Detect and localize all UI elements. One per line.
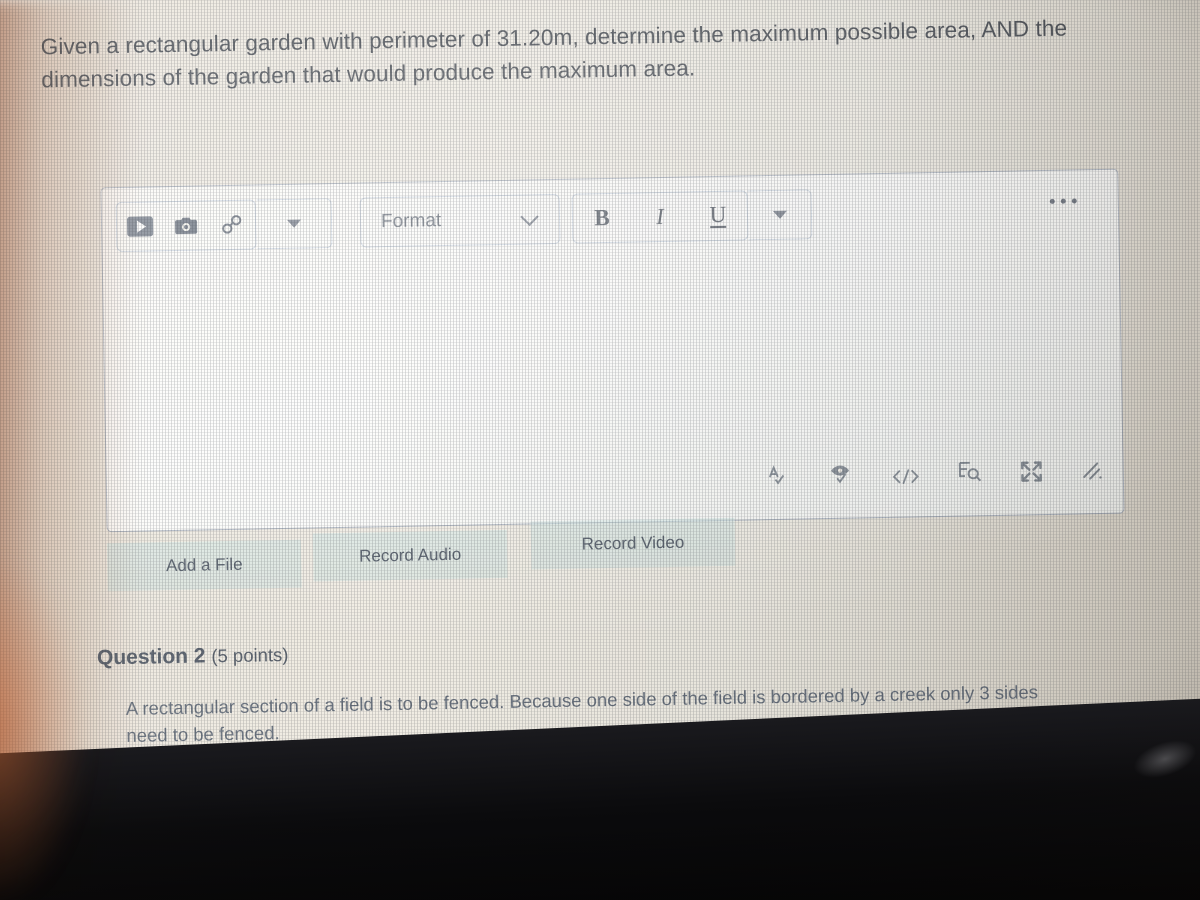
caret-down-icon[interactable] xyxy=(257,199,332,248)
toolbar-group-text-style: B I U xyxy=(571,190,749,244)
editor-text-area[interactable] xyxy=(103,246,1124,534)
underline-label: U xyxy=(709,201,727,229)
question-prompt-text: Given a rectangular garden with perimete… xyxy=(40,15,1068,93)
resize-handle-icon[interactable] xyxy=(1081,460,1105,487)
question-2-points: (5 points) xyxy=(211,643,289,667)
rich-content-editor[interactable]: Format B I U xyxy=(100,168,1125,534)
record-audio-button[interactable]: Record Audio xyxy=(312,529,508,582)
fullscreen-icon[interactable] xyxy=(1019,459,1046,488)
laptop-screen-photo: Given a rectangular garden with perimete… xyxy=(0,0,1200,900)
italic-button[interactable]: I xyxy=(631,193,690,242)
overflow-dots-icon[interactable] xyxy=(1049,198,1077,204)
record-video-button[interactable]: Record Video xyxy=(530,517,736,570)
spellcheck-icon[interactable] xyxy=(767,464,794,493)
media-play-icon[interactable] xyxy=(117,202,164,251)
add-a-file-button[interactable]: Add a File xyxy=(106,539,302,592)
bold-label: B xyxy=(594,204,610,231)
caret-down-icon[interactable] xyxy=(748,190,812,239)
lcd-screen-surface: Given a rectangular garden with perimete… xyxy=(0,0,1200,808)
html-editor-icon[interactable] xyxy=(891,467,921,491)
format-dropdown[interactable]: Format xyxy=(359,193,561,248)
toolbar-group-media xyxy=(115,199,257,253)
word-count-icon[interactable] xyxy=(957,460,984,489)
link-icon[interactable] xyxy=(209,200,256,249)
editor-status-bar xyxy=(767,458,1105,493)
media-options-dropdown[interactable] xyxy=(256,198,333,250)
text-style-dropdown[interactable] xyxy=(747,189,813,241)
question-2-heading: Question 2 (5 points) xyxy=(97,643,289,671)
chevron-down-icon[interactable] xyxy=(499,195,559,244)
question-2-title: Question 2 xyxy=(96,644,206,670)
underline-button[interactable]: U xyxy=(689,191,748,240)
italic-label: I xyxy=(655,203,665,230)
page-content-plane: Given a rectangular garden with perimete… xyxy=(0,0,1200,811)
bold-button[interactable]: B xyxy=(573,194,632,243)
format-label: Format xyxy=(380,210,442,233)
accessibility-checker-icon[interactable] xyxy=(829,463,856,492)
camera-icon[interactable] xyxy=(163,201,210,250)
